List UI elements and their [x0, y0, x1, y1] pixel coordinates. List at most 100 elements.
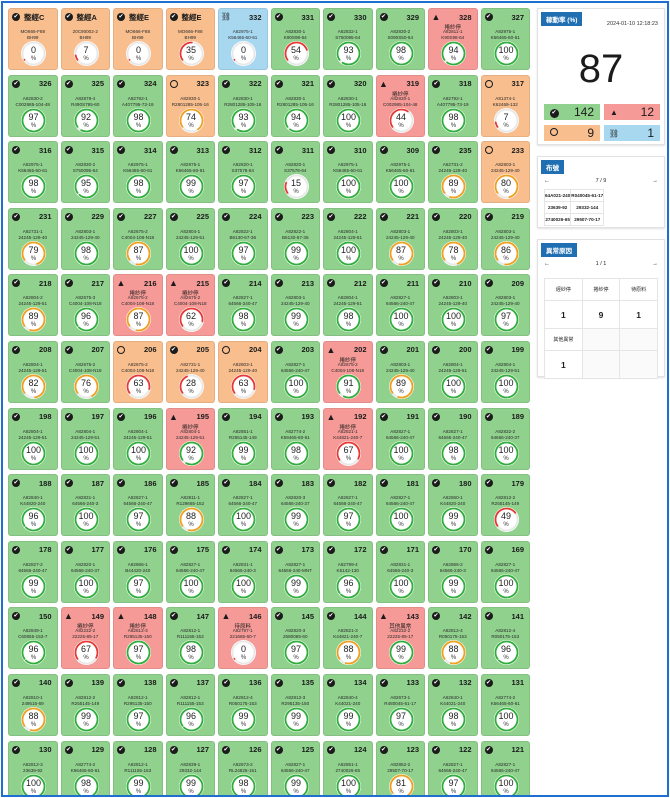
machine-tile[interactable]: ✔ 316 A82975-1 K56465-60-61 98%: [8, 141, 58, 204]
machine-tile[interactable]: ✔ 121 A82827-1 64566-240-47 100%: [480, 740, 530, 795]
machine-tile[interactable]: 233 A82803-1 24245-129-40 80%: [480, 141, 530, 204]
machine-tile[interactable]: ✔ 208 A82804-1 24245-129-51 82%: [8, 340, 58, 403]
machine-tile[interactable]: ✔ 212 A82804-1 24245-129-51 98%: [323, 274, 373, 337]
machine-tile[interactable]: ✔ 315 A82830-2 S750095-64 95%: [60, 141, 110, 204]
machine-tile[interactable]: ✔ 327 A82975-1 K56465-60-61 100%: [480, 8, 530, 70]
machine-tile[interactable]: ✔ 321 A82830-1 R2801285-105-16 94%: [270, 74, 320, 137]
machine-tile[interactable]: ▲ 192 捲紗停 A82821-1 K44821-240-7 67%: [323, 407, 373, 470]
machine-tile[interactable]: ✔ 311 A82820-1 S37578-64 15%: [270, 141, 320, 204]
machine-tile[interactable]: ✔ 128 A82812-1 R111155-153 99%: [113, 740, 163, 795]
machine-tile[interactable]: ✔ 214 A82827-1 64566-240-47 98%: [218, 274, 268, 337]
machine-tile[interactable]: ✔ 整經A 20C90002-2 BH99 7%: [60, 8, 110, 70]
machine-tile[interactable]: ✔ 325 A82879-4 R490S795-60 92%: [60, 74, 110, 137]
machine-tile[interactable]: ✔ 137 A82812-1 R111155-153 96%: [165, 673, 215, 736]
machine-tile[interactable]: ✔ 188 A82840-1 K44820-240 96%: [8, 474, 58, 537]
machine-tile[interactable]: ✔ 324 A82792-1 A407795-73-19 98%: [113, 74, 163, 137]
machine-tile[interactable]: ✔ 125 A82827-1 64566-240-47 99%: [270, 740, 320, 795]
machine-tile[interactable]: ✔ 330 A82832-1 S750095-64 93%: [323, 8, 373, 70]
machine-tile[interactable]: ✔ 201 A82803-1 24245-129-40 89%: [375, 340, 425, 403]
machine-tile[interactable]: ▲ 148 捲紗停 A82812-3 R295135-150 97%: [113, 607, 163, 670]
machine-tile[interactable]: ✔ 144 A82821-3 K44821-240-7 88%: [323, 607, 373, 670]
machine-tile[interactable]: ✔ 147 A82812-1 R111155-153 98%: [165, 607, 215, 670]
reason-prev-button[interactable]: ←: [544, 261, 550, 267]
machine-tile[interactable]: ✔ 329 A82830-2 S090S50-64 98%: [375, 8, 425, 70]
machine-tile[interactable]: ✔ 222 A82804-1 24245-129-51 100%: [323, 207, 373, 270]
machine-tile[interactable]: ✔ 126 A82673-2 RL24825-151 98%: [218, 740, 268, 795]
machine-tile[interactable]: ✔ 203 A82827-1 64566-240-47 100%: [270, 340, 320, 403]
machine-tile[interactable]: ✔ 140 A82810-1 249515-69 88%: [8, 673, 58, 736]
machine-tile[interactable]: 317 A81374-1 K62469-132 7%: [480, 74, 530, 137]
machine-tile[interactable]: ✔ 142 A82812-4 R050175-153 88%: [428, 607, 478, 670]
machine-tile[interactable]: ✔ 190 A82827-1 64566-240-47 98%: [428, 407, 478, 470]
machine-tile[interactable]: ✔ 210 A82803-1 24245-129-40 100%: [428, 274, 478, 337]
machine-tile[interactable]: ✔ 223 A82822-1 B6130-67-36 99%: [270, 207, 320, 270]
machine-tile[interactable]: ✔ 309 A82975-1 K56465-60-61 100%: [375, 141, 425, 204]
machine-tile[interactable]: ✔ 176 A82866-1 B44420-240 97%: [113, 540, 163, 603]
machine-tile[interactable]: ▲ 216 捲紗停 A82675-2 C4004-108-N18 87%: [113, 274, 163, 337]
cloth-next-button[interactable]: →: [652, 178, 658, 184]
reason-next-button[interactable]: →: [652, 261, 658, 267]
machine-tile[interactable]: ✔ 326 A82830-2 C002985-104-48 97%: [8, 74, 58, 137]
machine-tile[interactable]: ✔ 187 A82831-1 64566-240-3 100%: [60, 474, 110, 537]
machine-tile[interactable]: ✔ 123 A82852-2 29507-70-17 81%: [375, 740, 425, 795]
machine-tile[interactable]: ✔ 150 A82849-1 C60855-153-7 96%: [8, 607, 58, 670]
machine-tile[interactable]: ✔ 171 A82831-1 64566-240-3 100%: [375, 540, 425, 603]
machine-tile[interactable]: ✔ 133 A82673-1 R480045-61-17 97%: [375, 673, 425, 736]
machine-tile[interactable]: ✔ 320 A82830-1 R2801285-105-16 100%: [323, 74, 373, 137]
machine-tile[interactable]: ✔ 199 A82804-1 24245-129-51 100%: [480, 340, 530, 403]
machine-tile[interactable]: ✔ 318 A82792-1 A407795-73-19 98%: [428, 74, 478, 137]
machine-tile[interactable]: ✔ 186 A82827-1 64566-240-47 97%: [113, 474, 163, 537]
machine-tile[interactable]: ✔ 217 A82675-3 C4004-108-N18 96%: [60, 274, 110, 337]
machine-tile[interactable]: ✔ 189 A82832-2 64566-240-37 100%: [480, 407, 530, 470]
machine-tile[interactable]: ✔ 129 A82774-2 K56465-60-61 98%: [60, 740, 110, 795]
machine-tile[interactable]: ✔ 198 A82804-1 24245-129-51 100%: [8, 407, 58, 470]
machine-tile[interactable]: ▲ 202 捲紗停 A82675-2 C4004-108-N18 91%: [323, 340, 373, 403]
machine-tile[interactable]: ✔ 235 A82731-2 24245-129-40 89%: [428, 141, 478, 204]
machine-tile[interactable]: ✔ 224 A82822-1 B6130-67-36 97%: [218, 207, 268, 270]
machine-tile[interactable]: ✔ 175 A82827-1 64566-240-47 100%: [165, 540, 215, 603]
machine-tile[interactable]: ✔ 207 A82675-2 C4004-108-N18 76%: [60, 340, 110, 403]
machine-tile[interactable]: ✔ 313 A82975-1 K56465-60-61 99%: [165, 141, 215, 204]
cloth-prev-button[interactable]: ←: [544, 178, 550, 184]
machine-tile[interactable]: ✔ 139 A82812-2 R255145-149 99%: [60, 673, 110, 736]
machine-tile[interactable]: ✔ 220 A82803-1 24245-129-40 78%: [428, 207, 478, 270]
machine-tile[interactable]: ✔ 218 A82804-2 24245-129-51 89%: [8, 274, 58, 337]
machine-tile[interactable]: ▲ 328 捲紗停 A82811-1 K90S98-64 94%: [428, 8, 478, 70]
machine-tile[interactable]: ▲ 195 捲紗停 A82804-1 24245-129-51 92%: [165, 407, 215, 470]
machine-tile[interactable]: ✔ 229 A82803-1 24245-129-40 98%: [60, 207, 110, 270]
machine-tile[interactable]: ▲ 215 捲紗停 A82675-2 C4004-108-N18 62%: [165, 274, 215, 337]
machine-tile[interactable]: ✔ 227 A82675-2 C4004-108-N18 87%: [113, 207, 163, 270]
machine-tile[interactable]: ✔ 132 A82840-1 K44021-240 98%: [428, 673, 478, 736]
machine-tile[interactable]: ✔ 134 A82840-4 K44021-240 99%: [323, 673, 373, 736]
machine-tile[interactable]: ✔ 322 A82830-1 R2801285-105-16 93%: [218, 74, 268, 137]
machine-tile[interactable]: ✔ 124 A82851-1 2740026-65 100%: [323, 740, 373, 795]
machine-tile[interactable]: ✔ 141 A82812-4 R050175-153 96%: [480, 607, 530, 670]
machine-tile[interactable]: ✔ 213 A82803-1 24245-129-40 99%: [270, 274, 320, 337]
machine-tile[interactable]: ✔ 221 A82803-1 24245-129-40 87%: [375, 207, 425, 270]
machine-tile[interactable]: ✔ 178 A82827-2 64566-240-47 99%: [8, 540, 58, 603]
machine-tile[interactable]: ✔ 131 A82774-2 K56465-60-61 100%: [480, 673, 530, 736]
machine-tile[interactable]: ✔ 174 A82831-1 64566-240-3 100%: [218, 540, 268, 603]
machine-tile[interactable]: ✔ 182 A82827-1 64566-240-47 97%: [323, 474, 373, 537]
machine-tile[interactable]: ✔ 138 A82812-1 R295135-150 97%: [113, 673, 163, 736]
machine-tile[interactable]: ✔ 145 A82820-3 2580065-60 97%: [270, 607, 320, 670]
machine-tile[interactable]: ✔ 183 A82820-3 64566-240-37 99%: [270, 474, 320, 537]
machine-tile[interactable]: ✔ 219 A82803-1 24245-129-40 86%: [480, 207, 530, 270]
machine-tile[interactable]: ✔ 193 A82774-2 K59465-60-61 98%: [270, 407, 320, 470]
machine-tile[interactable]: ▲ 149 捲紗停 A82232-2 22225-85-17 67%: [60, 607, 110, 670]
machine-tile[interactable]: ✔ 194 A82851-1 R255145-149 99%: [218, 407, 268, 470]
machine-tile[interactable]: ✔ 整經C MO666-F88 BH99 0%: [8, 8, 58, 70]
machine-tile[interactable]: ✔ 122 A82827-1 64566-240-47 97%: [428, 740, 478, 795]
machine-tile[interactable]: ✔ 181 A82827-1 64566-240-47 100%: [375, 474, 425, 537]
machine-tile[interactable]: ✔ 196 A82804-1 24245-129-51 100%: [113, 407, 163, 470]
machine-tile[interactable]: ✔ 200 A82804-1 24245-129-51 100%: [428, 340, 478, 403]
machine-tile[interactable]: ✔ 172 A82799-4 K5142-130 96%: [323, 540, 373, 603]
machine-tile[interactable]: ✔ 整經E MO666-F88 BH99 35%: [165, 8, 215, 70]
machine-tile[interactable]: ✔ 179 A82812-2 R255145-149 49%: [480, 474, 530, 537]
machine-tile[interactable]: 204 A82803-1 24245-129-40 63%: [218, 340, 268, 403]
machine-tile[interactable]: ✔ 312 A82820-1 S37578-64 97%: [218, 141, 268, 204]
machine-tile[interactable]: ✔ 180 A82860-1 K44820-240 99%: [428, 474, 478, 537]
machine-tile[interactable]: ▲ 319 捲紗停 A82830-1 C002985-104-48 44%: [375, 74, 425, 137]
machine-tile[interactable]: ▲ 146 待原料 A82797-1 221665-60-7 0%: [218, 607, 268, 670]
machine-tile[interactable]: ✔ 225 A82804-1 24245-129-51 100%: [165, 207, 215, 270]
